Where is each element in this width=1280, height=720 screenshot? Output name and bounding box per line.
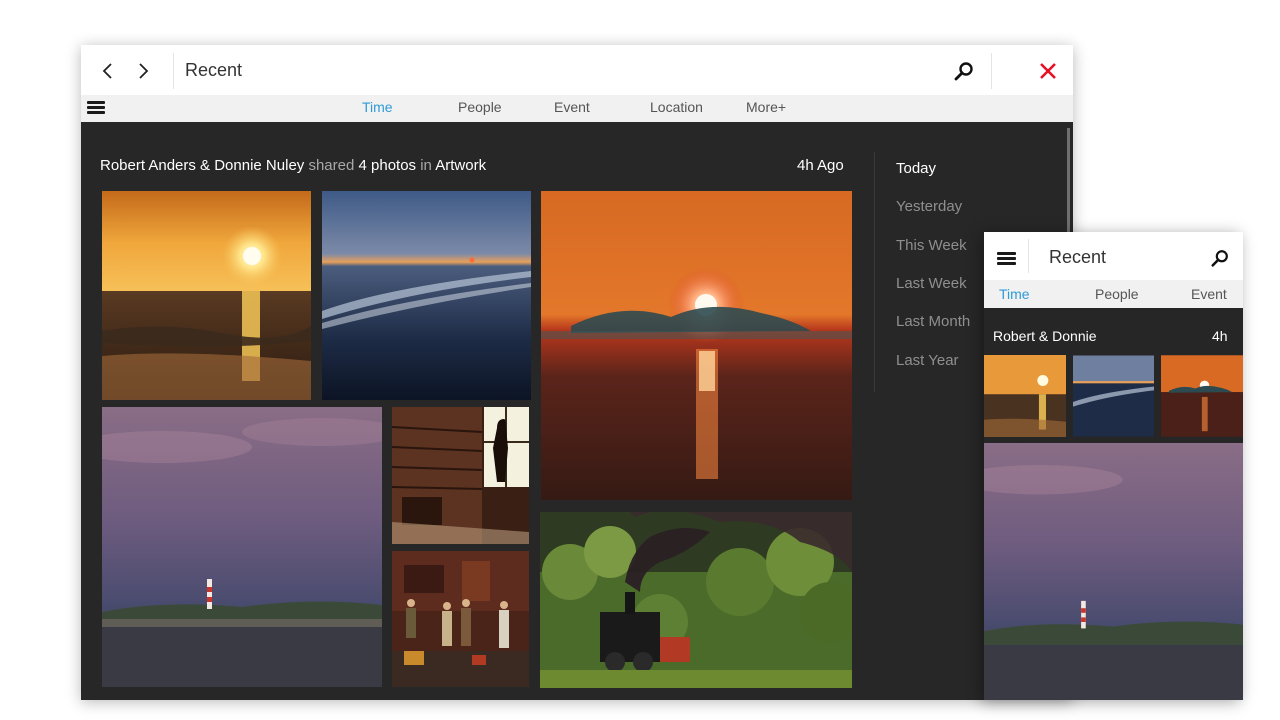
mobile-preview: Recent Time People Event Robert & Donnie… bbox=[984, 232, 1243, 700]
mobile-post-time: 4h bbox=[1212, 328, 1228, 344]
title-bar: Recent bbox=[81, 45, 1073, 95]
divider bbox=[991, 53, 992, 89]
photo-sunset-beach[interactable] bbox=[102, 191, 311, 400]
hamburger-icon bbox=[87, 101, 105, 104]
hamburger-line bbox=[87, 111, 105, 114]
photo-image bbox=[322, 191, 531, 400]
timeline-last-week[interactable]: Last Week bbox=[896, 275, 967, 292]
photo-image bbox=[541, 191, 852, 500]
search-icon bbox=[1211, 250, 1228, 267]
mobile-photo-lighthouse-dusk[interactable] bbox=[984, 443, 1243, 700]
mobile-title-bar: Recent bbox=[984, 232, 1243, 280]
tab-time[interactable]: Time bbox=[362, 99, 393, 115]
hamburger-icon bbox=[997, 252, 1016, 255]
mobile-tab-event[interactable]: Event bbox=[1191, 286, 1227, 302]
back-button[interactable] bbox=[96, 59, 120, 83]
photo-girl-window[interactable] bbox=[392, 407, 529, 544]
close-button[interactable] bbox=[1037, 60, 1059, 82]
mobile-title: Recent bbox=[1049, 247, 1107, 267]
photo-image bbox=[1161, 355, 1243, 437]
post-header: Robert Anders & Donnie Nuley shared 4 ph… bbox=[100, 157, 486, 174]
post-verb: shared bbox=[308, 157, 355, 174]
photo-image bbox=[1073, 355, 1154, 437]
close-icon bbox=[1040, 63, 1056, 79]
mobile-search-button[interactable] bbox=[1210, 249, 1230, 269]
timeline-today[interactable]: Today bbox=[896, 160, 936, 177]
search-button[interactable] bbox=[953, 61, 975, 83]
mobile-photo-sunset-beach[interactable] bbox=[984, 355, 1066, 437]
timeline-last-year[interactable]: Last Year bbox=[896, 352, 959, 369]
photo-image bbox=[392, 407, 529, 544]
search-icon bbox=[954, 62, 973, 81]
mobile-tab-time[interactable]: Time bbox=[999, 286, 1030, 302]
photo-red-sun-splash[interactable] bbox=[541, 191, 852, 500]
tab-bar: Time People Event Location More+ bbox=[81, 95, 1073, 122]
menu-button[interactable] bbox=[87, 101, 105, 115]
tab-event[interactable]: Event bbox=[554, 99, 590, 115]
hamburger-line bbox=[997, 262, 1016, 265]
post-time: 4h Ago bbox=[797, 157, 844, 174]
tab-people[interactable]: People bbox=[458, 99, 502, 115]
post-prep: in bbox=[420, 157, 432, 174]
photo-image bbox=[540, 512, 852, 688]
main-window: Recent Time People Event Location More+ … bbox=[81, 45, 1073, 700]
mobile-post-author[interactable]: Robert & Donnie bbox=[993, 328, 1097, 344]
hamburger-line bbox=[87, 106, 105, 109]
mobile-photo-red-sun-splash[interactable] bbox=[1161, 355, 1243, 437]
photo-blue-shore[interactable] bbox=[322, 191, 531, 400]
mobile-photo-blue-shore[interactable] bbox=[1073, 355, 1154, 437]
timeline-this-week[interactable]: This Week bbox=[896, 237, 967, 254]
photo-image bbox=[102, 191, 311, 400]
post-count: 4 photos bbox=[358, 157, 417, 174]
timeline-yesterday[interactable]: Yesterday bbox=[896, 198, 962, 215]
photo-train-travellers[interactable] bbox=[392, 551, 529, 687]
scrollbar-thumb[interactable] bbox=[1067, 128, 1070, 233]
photo-lighthouse-dusk[interactable] bbox=[102, 407, 382, 687]
divider bbox=[173, 53, 174, 89]
window-title: Recent bbox=[185, 60, 243, 80]
mobile-menu-button[interactable] bbox=[997, 252, 1016, 266]
mobile-tab-people[interactable]: People bbox=[1095, 286, 1139, 302]
chevron-left-icon bbox=[102, 63, 112, 79]
chevron-right-icon bbox=[139, 63, 149, 79]
timeline-divider bbox=[874, 152, 875, 392]
hamburger-line bbox=[997, 257, 1016, 260]
divider bbox=[1028, 239, 1029, 273]
photo-image bbox=[984, 443, 1243, 700]
photo-image bbox=[102, 407, 382, 687]
forward-button[interactable] bbox=[131, 59, 155, 83]
timeline-last-month[interactable]: Last Month bbox=[896, 313, 970, 330]
tab-location[interactable]: Location bbox=[650, 99, 703, 115]
photo-steam-train[interactable] bbox=[540, 512, 852, 688]
tab-more[interactable]: More+ bbox=[746, 99, 786, 115]
post-author[interactable]: Robert Anders & Donnie Nuley bbox=[100, 157, 304, 174]
feed-content: Robert Anders & Donnie Nuley shared 4 ph… bbox=[81, 122, 1073, 700]
photo-image bbox=[392, 551, 529, 687]
mobile-tab-bar: Time People Event bbox=[984, 280, 1243, 308]
post-album[interactable]: Artwork bbox=[435, 157, 486, 174]
photo-image bbox=[984, 355, 1066, 437]
